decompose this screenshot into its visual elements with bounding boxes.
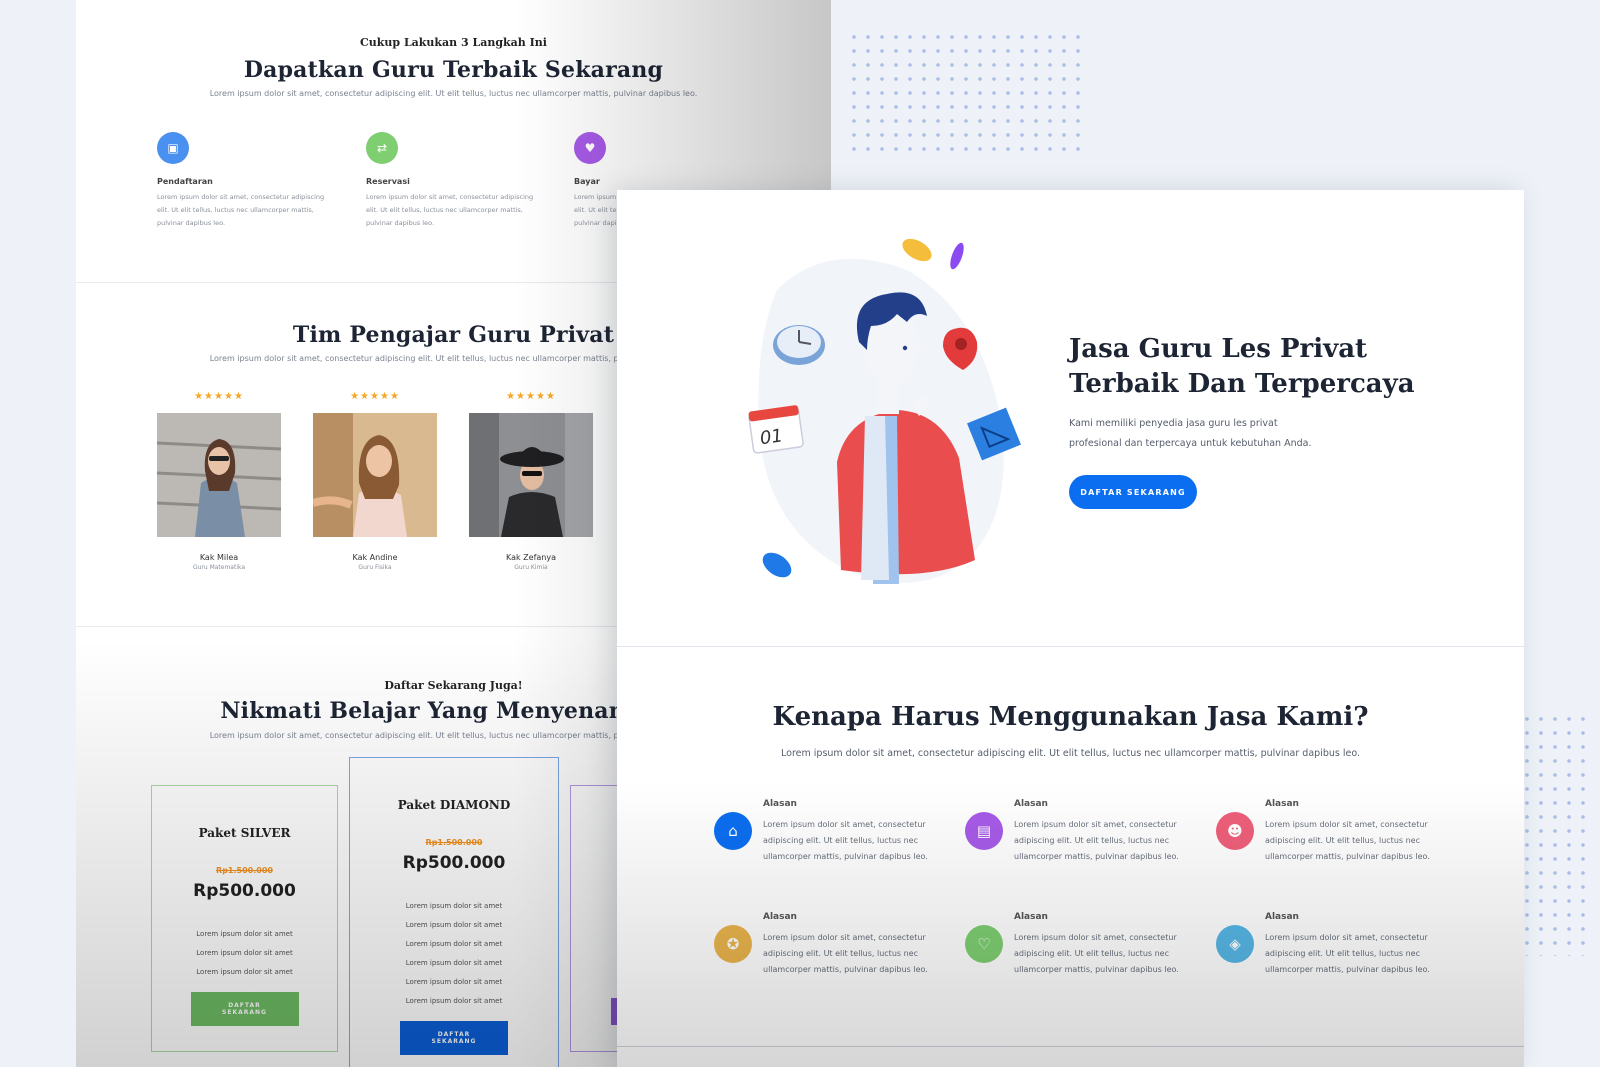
reason-title: Alasan [763, 799, 797, 809]
reason-title: Alasan [763, 912, 797, 922]
reason-title: Alasan [1014, 912, 1048, 922]
steps-subtitle: Lorem ipsum dolor sit amet, consectetur … [209, 89, 698, 98]
front-page-preview: 01 Jasa Guru Les Privat Terbaik Dan Terp… [617, 190, 1524, 1067]
plan-feature: Lorem ipsum dolor sit amet [405, 902, 503, 910]
plan-card-silver: Paket SILVER Rp1.500.000 Rp500.000 Lorem… [151, 785, 338, 1052]
plan-price: Rp500.000 [402, 853, 506, 873]
hero-title-line: Jasa Guru Les Privat [1069, 334, 1368, 364]
steps-title: Dapatkan Guru Terbaik Sekarang [243, 57, 664, 83]
reason-text: Lorem ipsum dolor sit amet, consectetur … [1265, 933, 1430, 974]
decor-blob-blue [762, 552, 792, 578]
step-registration: ▣ Pendaftaran Lorem ipsum dolor sit amet… [157, 132, 337, 230]
plan-name: Paket DIAMOND [397, 798, 511, 812]
calendar-day: 01 [759, 425, 785, 449]
teacher-photo [157, 413, 281, 537]
plan-feature: Lorem ipsum dolor sit amet [405, 997, 503, 1005]
plan-feature: Lorem ipsum dolor sit amet [196, 930, 293, 938]
home-icon: ⌂ [714, 812, 752, 850]
rating-stars: ★★★★★ [350, 391, 400, 402]
teacher-role: Guru Fisika [358, 564, 392, 571]
id-card-icon: ▣ [157, 132, 189, 164]
reason-text: Lorem ipsum dolor sit amet, consectetur … [1014, 820, 1179, 861]
plan-feature: Lorem ipsum dolor sit amet [196, 949, 293, 957]
plan-signup-button[interactable]: DAFTAR SEKARANG [400, 1021, 508, 1055]
rating-stars: ★★★★★ [194, 391, 244, 402]
teacher-card[interactable]: ★★★★★ Kak Zefanya Guru Kimia [469, 391, 593, 571]
teacher-photo [469, 413, 593, 537]
plan-old-price: Rp1.500.000 [425, 838, 483, 847]
section-divider [617, 1046, 1524, 1047]
plan-name: Paket SILVER [198, 826, 291, 840]
reason-text: Lorem ipsum dolor sit amet, consectetur … [1265, 820, 1430, 861]
plan-feature: Lorem ipsum dolor sit amet [405, 978, 503, 986]
reason-title: Alasan [1014, 799, 1048, 809]
teacher-name: Kak Milea [199, 553, 239, 562]
decor-blob-yellow [902, 238, 932, 262]
plan-card-diamond: Paket DIAMOND Rp1.500.000 Rp500.000 Lore… [349, 757, 559, 1067]
plan-old-price: Rp1.500.000 [216, 866, 273, 875]
rating-stars: ★★★★★ [506, 391, 556, 402]
step-text: Lorem ipsum dolor sit amet, consectetur … [157, 193, 325, 227]
plan-signup-button[interactable]: DAFTAR SEKARANG [190, 992, 299, 1026]
reason-title: Alasan [1265, 912, 1299, 922]
hero-subtitle: Kami memiliki penyedia jasa guru les pri… [1069, 414, 1339, 454]
reason-text: Lorem ipsum dolor sit amet, consectetur … [763, 820, 928, 861]
teacher-card[interactable]: ★★★★★ Kak Milea Guru Matematika [157, 391, 281, 571]
teacher-role: Guru Kimia [514, 564, 548, 571]
hero-subtitle-line: profesional dan terpercaya untuk kebutuh… [1069, 438, 1312, 449]
plan-feature: Lorem ipsum dolor sit amet [405, 940, 503, 948]
decorative-dot-grid [847, 30, 1087, 156]
why-title: Kenapa Harus Menggunakan Jasa Kami? [772, 702, 1369, 732]
section-divider [617, 646, 1524, 647]
why-subtitle: Lorem ipsum dolor sit amet, consectetur … [781, 748, 1360, 759]
medal-icon: ✪ [714, 925, 752, 963]
step-title: Pendaftaran [157, 177, 213, 186]
step-title: Reservasi [366, 177, 410, 186]
tag-icon: ◈ [1216, 925, 1254, 963]
plan-price: Rp500.000 [193, 881, 296, 901]
step-reservation: ⇄ Reservasi Lorem ipsum dolor sit amet, … [366, 132, 546, 230]
calendar-icon: 01 [748, 405, 804, 454]
plan-feature: Lorem ipsum dolor sit amet [405, 959, 503, 967]
clock-icon [773, 325, 825, 365]
document-icon: ▤ [965, 812, 1003, 850]
plan-feature: Lorem ipsum dolor sit amet [405, 921, 503, 929]
hero-title: Jasa Guru Les Privat Terbaik Dan Terperc… [1069, 332, 1469, 402]
heart-icon: ♥ [574, 132, 606, 164]
plan-feature: Lorem ipsum dolor sit amet [196, 968, 293, 976]
step-title: Bayar [574, 177, 600, 186]
teacher-card[interactable]: ★★★★★ Kak Andine Guru Fisika [313, 391, 437, 571]
heart-icon: ♡ [965, 925, 1003, 963]
steps-kicker: Cukup Lakukan 3 Langkah Ini [360, 36, 547, 49]
teacher-name: Kak Andine [352, 553, 398, 562]
reason-title: Alasan [1265, 799, 1299, 809]
teacher-role: Guru Matematika [192, 564, 246, 571]
step-text: Lorem ipsum dolor sit amet, consectetur … [366, 193, 534, 227]
hero-subtitle-line: Kami memiliki penyedia jasa guru les pri… [1069, 418, 1278, 429]
reason-text: Lorem ipsum dolor sit amet, consectetur … [763, 933, 928, 974]
handshake-icon: ⇄ [366, 132, 398, 164]
teacher-name: Kak Zefanya [505, 553, 556, 562]
hero-illustration: 01 [748, 238, 1021, 584]
reason-text: Lorem ipsum dolor sit amet, consectetur … [1014, 933, 1179, 974]
teacher-photo [313, 413, 437, 537]
decorative-dot-grid [1520, 712, 1592, 956]
hero-title-line: Terbaik Dan Terpercaya [1069, 369, 1415, 399]
user-icon: ☻ [1216, 812, 1254, 850]
hero-signup-button[interactable]: DAFTAR SEKARANG [1069, 475, 1197, 509]
decor-blob-purple [950, 242, 964, 270]
